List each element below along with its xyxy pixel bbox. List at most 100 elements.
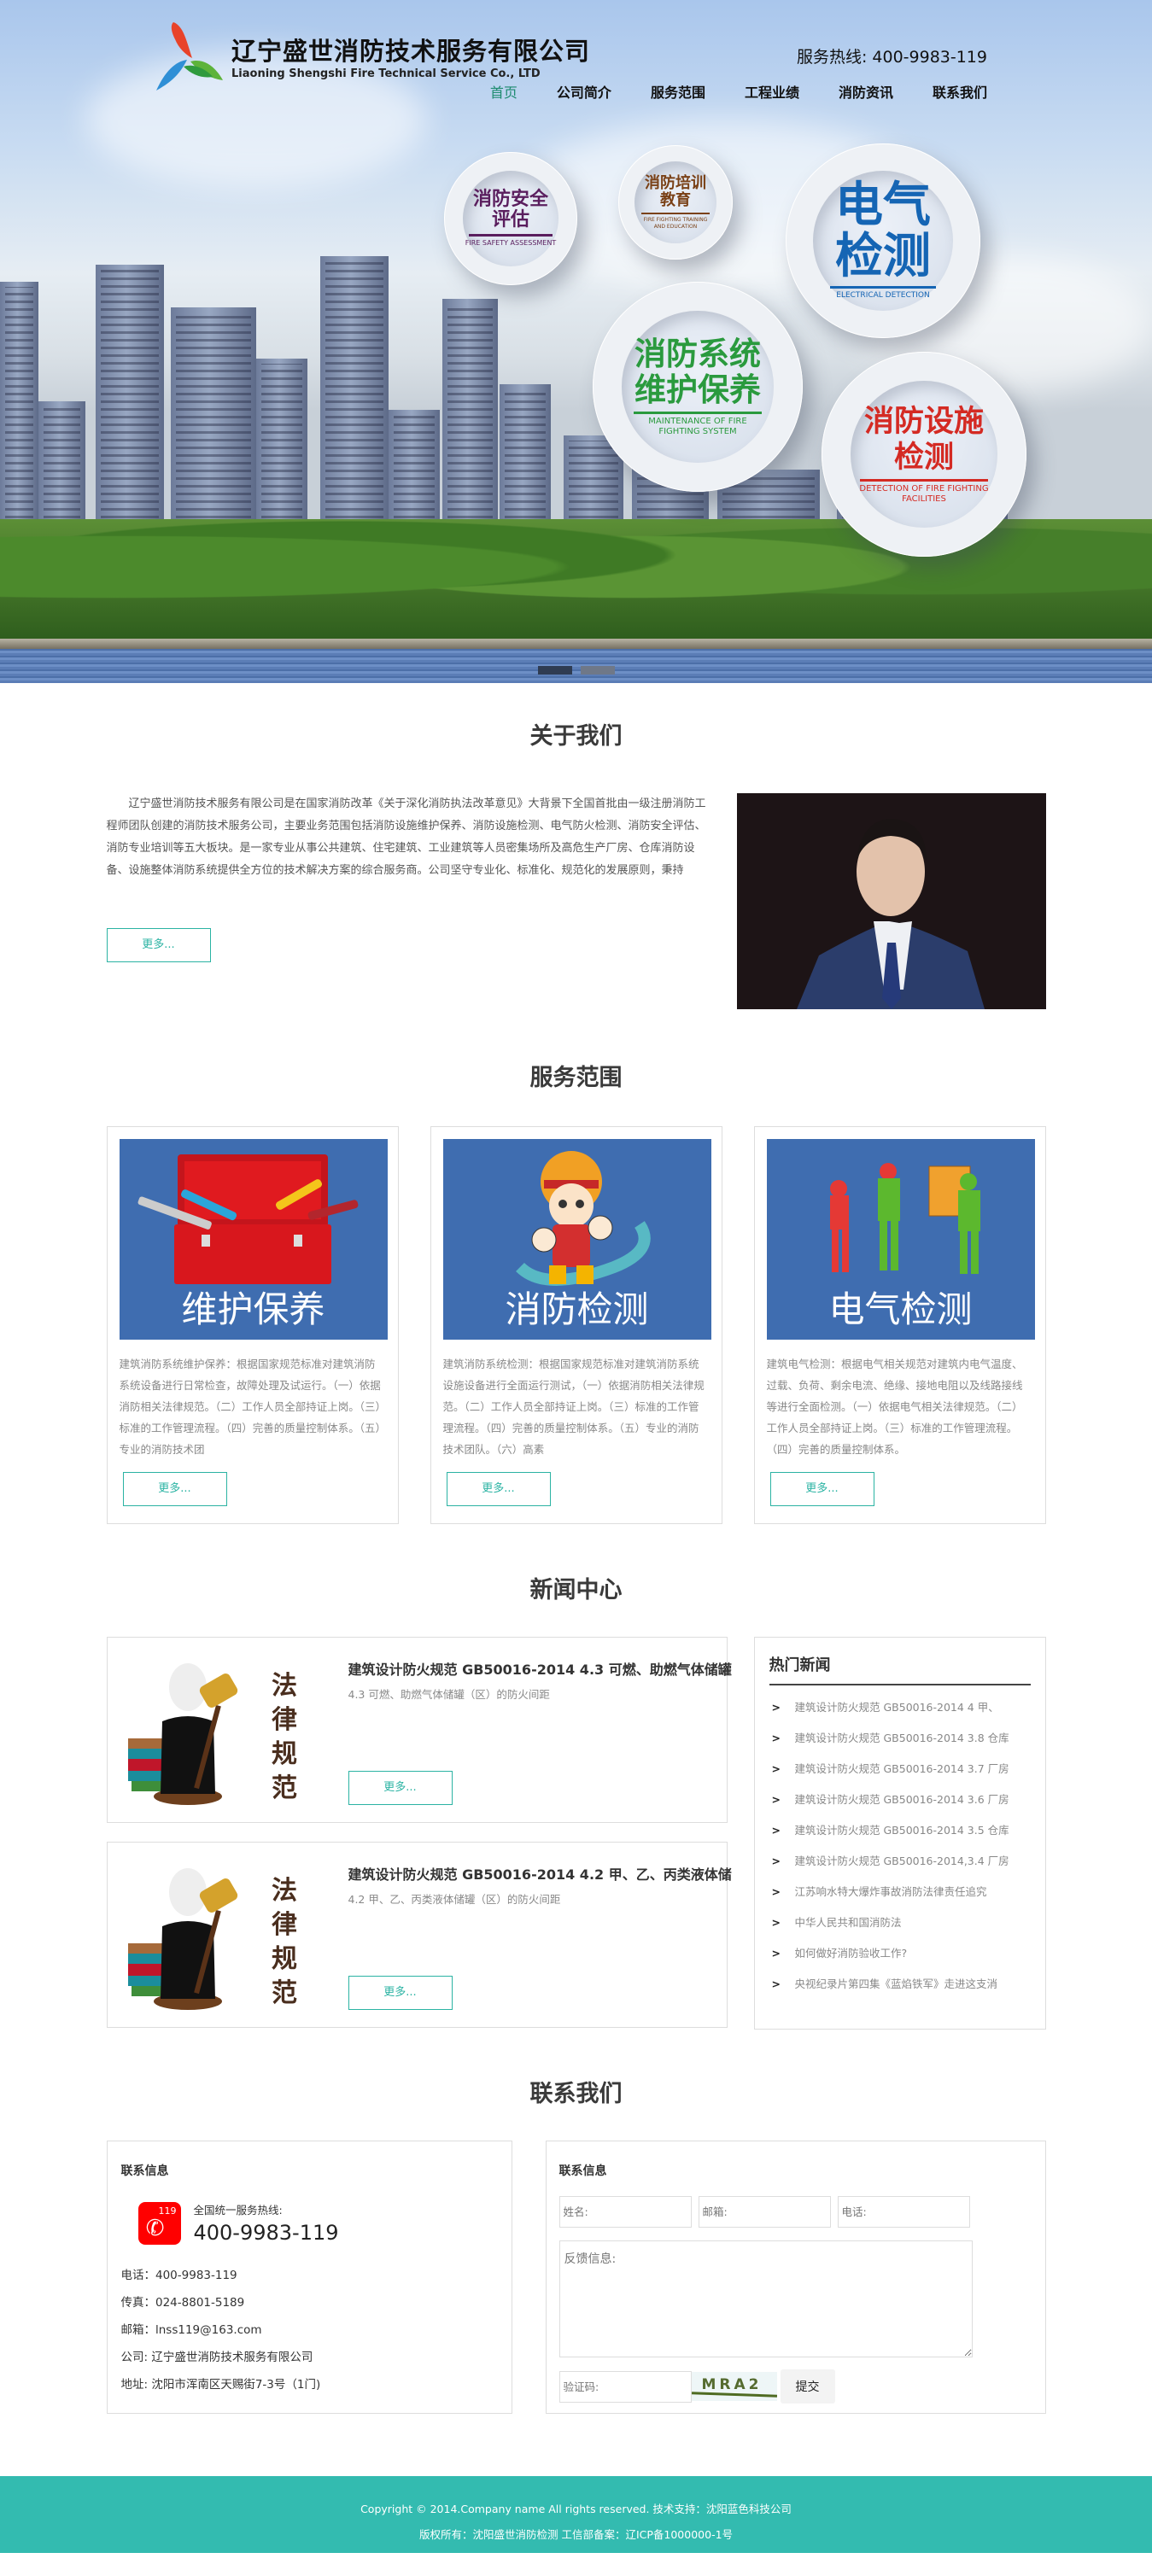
news-more-button[interactable]: 更多... bbox=[348, 1771, 453, 1805]
hot-news-title: 热门新闻 bbox=[769, 1653, 1031, 1685]
circle-title: 检测 bbox=[835, 229, 931, 285]
circle-title: 消防系统 bbox=[634, 335, 761, 372]
news-item-summary: 4.3 可燃、助燃气体储罐（区）的防火间距 bbox=[348, 1688, 550, 1701]
service-card-electrical: 电气检测 建筑电气检测：根据电气相关规范对建筑内电气温度、过载、负荷、剩余电流、… bbox=[753, 1126, 1046, 1524]
circle-title: 教育 bbox=[660, 191, 691, 209]
contact-section: 联系我们 联系信息 119 ✆ 全国统一服务热线: 400-9983-119 电… bbox=[0, 2041, 1152, 2476]
toolbox-image: 维护保养 bbox=[119, 1139, 388, 1340]
svg-text:律: 律 bbox=[272, 1705, 297, 1735]
chevron-right-icon: > bbox=[771, 1855, 781, 1867]
service-more-button[interactable]: 更多... bbox=[769, 1472, 874, 1506]
hotline-label: 全国统一服务热线: bbox=[193, 2204, 283, 2217]
circle-title: 消防设施 bbox=[863, 404, 984, 439]
judge-gavel-image: 法 律 规 范 bbox=[120, 1653, 299, 1807]
service-description: 建筑消防系统维护保养：根据国家规范标准对建筑消防系统设备进行日常检查，故障处理及… bbox=[119, 1358, 381, 1456]
hotline-number: 400-9983-119 bbox=[193, 2221, 339, 2245]
captcha-input[interactable] bbox=[558, 2370, 692, 2403]
slider-dot-1[interactable] bbox=[538, 666, 572, 675]
chevron-right-icon: > bbox=[771, 1701, 781, 1714]
nav-projects[interactable]: 工程业绩 bbox=[745, 81, 799, 102]
news-item[interactable]: 法 律 规 范 建筑设计防火规范 GB50016-2014 4.3 可燃、助燃气… bbox=[106, 1637, 732, 1823]
circle-subtitle: MAINTENANCE OF FIRE FIGHTING SYSTEM bbox=[648, 416, 747, 437]
svg-text:规: 规 bbox=[272, 1944, 297, 1974]
submit-button[interactable]: 提交 bbox=[780, 2369, 835, 2404]
hero-banner: 辽宁盛世消防技术服务有限公司 Liaoning Shengshi Fire Te… bbox=[0, 0, 1152, 683]
contact-phone: 电话：400-9983-119 bbox=[120, 2269, 237, 2282]
news-item-title[interactable]: 建筑设计防火规范 GB50016-2014 4.2 甲、乙、丙类液体储 bbox=[348, 1863, 732, 1884]
logo-title-cn: 辽宁盛世消防技术服务有限公司 bbox=[231, 36, 591, 66]
nav-home[interactable]: 首页 bbox=[490, 81, 518, 102]
hero-circle-electrical: 电气 检测 ELECTRICAL DETECTION bbox=[786, 143, 980, 338]
contact-address: 地址: 沈阳市浑南区天赐街7-3号（1门) bbox=[120, 2378, 321, 2392]
copyright-text: Copyright © 2014.Company name All rights… bbox=[360, 2503, 792, 2515]
circle-subtitle: ELECTRICAL DETECTION bbox=[836, 291, 930, 301]
captcha-image[interactable]: MRA2 bbox=[691, 2372, 777, 2401]
hotline: 服务热线: 400-9983-119 bbox=[797, 44, 987, 67]
portrait-photo bbox=[736, 793, 1046, 1009]
services-title: 服务范围 bbox=[529, 1065, 623, 1091]
hot-news-item[interactable]: > 江苏响水特大爆炸事故消防法律责任追究 bbox=[769, 1877, 1031, 1907]
hot-news-item[interactable]: > 央视纪录片第四集《蓝焰铁军》走进这支消 bbox=[769, 1969, 1031, 2000]
news-item[interactable]: 法 律 规 范 建筑设计防火规范 GB50016-2014 4.2 甲、乙、丙类… bbox=[106, 1842, 732, 2028]
svg-text:法: 法 bbox=[272, 1876, 297, 1906]
service-more-button[interactable]: 更多... bbox=[446, 1472, 551, 1506]
service-card-maintenance: 维护保养 建筑消防系统维护保养：根据国家规范标准对建筑消防系统设备进行日常检查，… bbox=[106, 1126, 399, 1524]
contact-email: 邮箱：lnss119@163.com bbox=[120, 2323, 262, 2337]
logo-title-en: Liaoning Shengshi Fire Technical Service… bbox=[231, 67, 541, 80]
chevron-right-icon: > bbox=[771, 1885, 781, 1898]
hot-news-item[interactable]: > 建筑设计防火规范 GB50016-2014,3.4 厂房 bbox=[769, 1846, 1031, 1877]
service-image-label: 消防检测 bbox=[505, 1288, 649, 1330]
news-item-title[interactable]: 建筑设计防火规范 GB50016-2014 4.3 可燃、助燃气体储罐 bbox=[348, 1658, 732, 1679]
hot-news-list: > 建筑设计防火规范 GB50016-2014 4 甲、 > 建筑设计防火规范 GB… bbox=[769, 1692, 1031, 2000]
news-more-button[interactable]: 更多... bbox=[348, 1976, 453, 2010]
svg-text:规: 规 bbox=[272, 1739, 297, 1769]
nav-about[interactable]: 公司简介 bbox=[557, 81, 611, 102]
thumb-text: 法 bbox=[272, 1671, 297, 1701]
nav-services[interactable]: 服务范围 bbox=[651, 81, 705, 102]
hotline-number: 400-9983-119 bbox=[872, 48, 987, 67]
hot-news-item[interactable]: > 如何做好消防验收工作? bbox=[769, 1938, 1031, 1969]
circle-title: 消防培训 bbox=[645, 174, 706, 192]
contact-company: 公司: 辽宁盛世消防技术服务有限公司 bbox=[120, 2351, 313, 2364]
phone-input[interactable] bbox=[837, 2196, 970, 2228]
circle-subtitle: FIRE SAFETY ASSESSMENT bbox=[465, 239, 557, 247]
service-image-label: 电气检测 bbox=[828, 1288, 973, 1330]
message-textarea[interactable] bbox=[558, 2240, 973, 2357]
hot-news-item[interactable]: > 建筑设计防火规范 GB50016-2014 3.5 仓库 bbox=[769, 1815, 1031, 1846]
service-description: 建筑消防系统检测：根据国家规范标准对建筑消防系统设施设备进行全面运行测试，（一）… bbox=[442, 1358, 705, 1456]
about-more-button[interactable]: 更多... bbox=[106, 928, 211, 962]
chevron-right-icon: > bbox=[771, 1947, 781, 1960]
chevron-right-icon: > bbox=[771, 1732, 781, 1744]
logo-icon bbox=[149, 17, 226, 94]
name-input[interactable] bbox=[558, 2196, 692, 2228]
feedback-form: 联系信息 MRA2 提交 bbox=[545, 2141, 1046, 2414]
about-section: 关于我们 辽宁盛世消防技术服务有限公司是在国家消防改革《关于深化消防执法改革意见… bbox=[0, 683, 1152, 1025]
services-section: 服务范围 维护保养 建筑消防系统维护保养：根据国家规范标准对建筑消防系统设备进行… bbox=[0, 1025, 1152, 1537]
contact-title: 联系我们 bbox=[529, 2081, 623, 2107]
hot-news-item[interactable]: > 中华人民共和国消防法 bbox=[769, 1907, 1031, 1938]
contact-info-heading: 联系信息 bbox=[120, 2164, 169, 2178]
hot-news-item[interactable]: > 建筑设计防火规范 GB50016-2014 3.6 厂房 bbox=[769, 1785, 1031, 1815]
site-footer: Copyright © 2014.Company name All rights… bbox=[0, 2476, 1152, 2553]
icp-text: 版权所有：沈阳盛世消防检测 工信部备案：辽ICP备1000000-1号 bbox=[418, 2528, 734, 2541]
hot-news-item[interactable]: > 建筑设计防火规范 GB50016-2014 3.7 厂房 bbox=[769, 1754, 1031, 1785]
hot-news-item[interactable]: > 建筑设计防火规范 GB50016-2014 3.8 仓库 bbox=[769, 1723, 1031, 1754]
judge-gavel-image: 法 律 规 范 bbox=[120, 1858, 299, 2012]
email-input[interactable] bbox=[698, 2196, 831, 2228]
hero-circle-facility-detection: 消防设施 检测 DETECTION OF FIRE FIGHTING FACIL… bbox=[822, 352, 1026, 557]
circle-subtitle: DETECTION OF FIRE FIGHTING FACILITIES bbox=[859, 483, 989, 505]
service-more-button[interactable]: 更多... bbox=[122, 1472, 227, 1506]
nav-contact[interactable]: 联系我们 bbox=[933, 81, 987, 102]
contact-info-panel: 联系信息 119 ✆ 全国统一服务热线: 400-9983-119 电话：400… bbox=[106, 2141, 512, 2414]
site-header: 辽宁盛世消防技术服务有限公司 Liaoning Shengshi Fire Te… bbox=[0, 0, 1152, 111]
hot-news-item[interactable]: > 建筑设计防火规范 GB50016-2014 4 甲、 bbox=[769, 1692, 1031, 1723]
hero-circle-training: 消防培训 教育 FIRE FIGHTING TRAINING AND EDUCA… bbox=[618, 145, 733, 260]
slider-dot-2[interactable] bbox=[581, 666, 615, 675]
phone-119-icon: 119 ✆ bbox=[137, 2201, 181, 2245]
svg-text:范: 范 bbox=[272, 1773, 297, 1803]
slider-dots bbox=[538, 666, 615, 675]
service-image-label: 维护保养 bbox=[181, 1288, 325, 1330]
chevron-right-icon: > bbox=[771, 1762, 781, 1775]
contact-fax: 传真：024-8801-5189 bbox=[120, 2296, 245, 2310]
nav-news[interactable]: 消防资讯 bbox=[839, 81, 893, 102]
